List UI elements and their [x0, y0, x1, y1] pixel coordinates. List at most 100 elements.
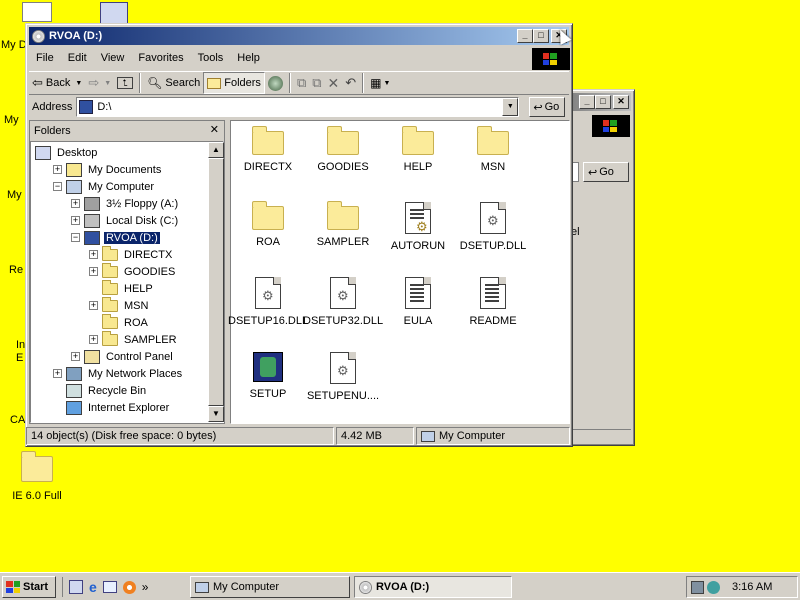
- outlook-express-icon[interactable]: [102, 581, 117, 593]
- minimize-button[interactable]: _: [579, 95, 595, 109]
- desktop-label-ie2[interactable]: E: [16, 352, 23, 364]
- file-item[interactable]: DIRECTX: [228, 126, 308, 173]
- close-pane-icon[interactable]: ✕: [210, 123, 219, 136]
- menu-view[interactable]: View: [94, 48, 132, 68]
- file-item[interactable]: ⚙ DSETUP32.DLL: [303, 277, 383, 327]
- desktop-icon-top[interactable]: [100, 2, 128, 24]
- tree-scrollbar[interactable]: ▲ ▼: [208, 142, 224, 422]
- clock[interactable]: 3:16 AM: [732, 581, 772, 593]
- collapse-icon[interactable]: −: [53, 182, 62, 191]
- back-window[interactable]: _ □ ✕ ↩ Go el: [568, 89, 635, 446]
- file-item[interactable]: SETUP: [228, 352, 308, 400]
- tree-item[interactable]: − My Computer: [53, 178, 156, 195]
- file-item[interactable]: SAMPLER: [303, 201, 383, 248]
- file-item[interactable]: ⚙ SETUPENU....: [303, 352, 383, 402]
- address-field[interactable]: D:\ ▼: [76, 97, 520, 117]
- task-my-computer[interactable]: My Computer: [190, 576, 350, 598]
- network-tray-icon[interactable]: [691, 580, 704, 594]
- history-button[interactable]: [265, 72, 286, 94]
- window-titlebar[interactable]: RVOA (D:) _ □ ✕: [29, 27, 569, 45]
- expand-icon[interactable]: +: [89, 250, 98, 259]
- expand-icon[interactable]: +: [71, 352, 80, 361]
- back-window-titlebar[interactable]: _ □ ✕: [569, 93, 631, 111]
- minimize-button[interactable]: _: [517, 29, 533, 43]
- views-button[interactable]: ▦ ▼: [367, 72, 393, 94]
- tree-item[interactable]: +3½ Floppy (A:): [71, 195, 180, 212]
- menu-edit[interactable]: Edit: [61, 48, 94, 68]
- back-window-go-button[interactable]: ↩ Go: [583, 162, 629, 182]
- tree-item[interactable]: + MSN: [89, 296, 150, 314]
- file-item[interactable]: HELP: [378, 126, 458, 173]
- menu-favorites[interactable]: Favorites: [131, 48, 190, 68]
- search-button[interactable]: 🔍︎ Search: [144, 72, 203, 94]
- tree-item[interactable]: + DIRECTX: [89, 245, 174, 263]
- desktop-icon-top-left[interactable]: [22, 2, 52, 22]
- file-item[interactable]: GOODIES: [303, 126, 383, 173]
- tree-item[interactable]: − RVOA (D:): [71, 229, 161, 246]
- tree-item[interactable]: + Local Disk (C:): [71, 212, 180, 229]
- desktop-label-mycomp[interactable]: My: [4, 114, 19, 126]
- media-player-icon[interactable]: [122, 580, 136, 594]
- file-item[interactable]: MSN: [453, 126, 533, 173]
- tree-item[interactable]: HELP: [89, 279, 155, 297]
- desktop-label-recycle[interactable]: Re: [9, 264, 23, 276]
- go-button[interactable]: ↩ Go: [529, 97, 566, 117]
- back-button[interactable]: ⇦ Back ▼: [29, 72, 85, 94]
- tree-item[interactable]: + My Network Places: [53, 365, 184, 382]
- scroll-thumb[interactable]: [208, 158, 224, 406]
- volume-tray-icon[interactable]: [707, 580, 720, 594]
- quick-launch-chevron[interactable]: »: [142, 580, 149, 594]
- file-view[interactable]: DIRECTX GOODIES HELP MSN ROA SAMPLER ⚙ AUTORUN ⚙…: [228, 120, 570, 424]
- expand-icon[interactable]: +: [53, 369, 62, 378]
- scroll-up-button[interactable]: ▲: [208, 142, 224, 158]
- move-to-button[interactable]: ⧉: [294, 72, 309, 94]
- menu-file[interactable]: File: [29, 48, 61, 68]
- close-button[interactable]: ✕: [613, 95, 629, 109]
- tree-item[interactable]: ROA: [89, 313, 150, 331]
- copy-to-button[interactable]: ⧉: [309, 72, 324, 94]
- desktop-icon-ie6-full[interactable]: IE 6.0 Full: [2, 451, 72, 502]
- file-item[interactable]: ⚙ DSETUP16.DLL: [228, 277, 308, 327]
- internet-explorer-icon[interactable]: e: [89, 579, 97, 595]
- maximize-button[interactable]: □: [533, 29, 549, 43]
- file-item[interactable]: EULA: [378, 277, 458, 327]
- address-dropdown-button[interactable]: ▼: [502, 98, 519, 116]
- expand-icon[interactable]: +: [89, 267, 98, 276]
- tree-item[interactable]: + GOODIES: [89, 262, 177, 280]
- scroll-down-button[interactable]: ▼: [208, 406, 224, 422]
- delete-button[interactable]: ✕: [325, 72, 343, 94]
- menu-help[interactable]: Help: [230, 48, 267, 68]
- start-button[interactable]: Start: [2, 576, 56, 598]
- expand-icon[interactable]: +: [71, 199, 80, 208]
- menu-tools[interactable]: Tools: [191, 48, 231, 68]
- desktop-label-mydocs[interactable]: My D: [1, 39, 27, 51]
- dropdown-arrow-icon: ▼: [383, 79, 391, 87]
- expand-icon[interactable]: +: [89, 301, 98, 310]
- expand-icon[interactable]: +: [89, 335, 98, 344]
- tree-item[interactable]: + My Documents: [53, 161, 163, 178]
- desktop-label-mynet[interactable]: My: [7, 189, 22, 201]
- expand-icon[interactable]: +: [53, 165, 62, 174]
- collapse-icon[interactable]: −: [71, 233, 80, 242]
- tree-item[interactable]: + Control Panel: [71, 348, 175, 365]
- tree-item[interactable]: Recycle Bin: [53, 382, 148, 399]
- forward-button[interactable]: ⇨ ▼: [85, 72, 114, 94]
- file-item[interactable]: ROA: [228, 201, 308, 248]
- file-item[interactable]: ⚙ AUTORUN: [378, 202, 458, 252]
- expand-icon[interactable]: +: [71, 216, 80, 225]
- task-rvoa[interactable]: RVOA (D:): [354, 576, 512, 598]
- desktop-label-ie[interactable]: In: [16, 339, 25, 351]
- desktop-label-ca[interactable]: CA: [10, 414, 25, 426]
- show-desktop-icon[interactable]: [69, 580, 83, 594]
- tree-item[interactable]: Desktop: [35, 144, 99, 161]
- explorer-window[interactable]: RVOA (D:) _ □ ✕ File Edit View Favorites…: [25, 23, 573, 447]
- maximize-button[interactable]: □: [595, 95, 611, 109]
- file-item[interactable]: README: [453, 277, 533, 327]
- tree-item[interactable]: Internet Explorer: [53, 399, 171, 416]
- file-item[interactable]: ⚙ DSETUP.DLL: [453, 202, 533, 252]
- tree-item[interactable]: + SAMPLER: [89, 330, 179, 348]
- up-folder-button[interactable]: ⮤: [114, 72, 136, 94]
- undo-button[interactable]: ↶: [342, 72, 359, 94]
- file-item-label: ROA: [256, 236, 280, 248]
- folders-button[interactable]: Folders: [203, 72, 265, 94]
